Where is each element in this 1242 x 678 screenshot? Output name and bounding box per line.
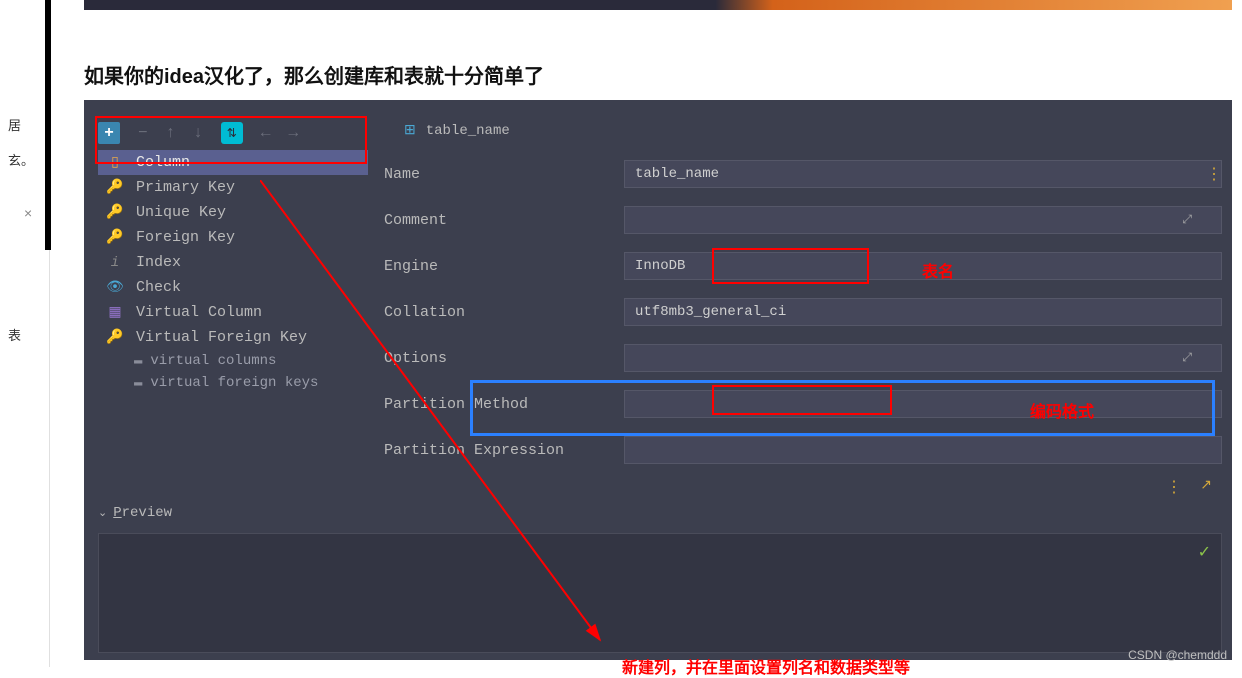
watermark: CSDN @chemddd (1128, 648, 1227, 662)
sidebar-item-foreign-key[interactable]: 🔑 Foreign Key (98, 225, 368, 250)
comment-label: Comment (384, 212, 624, 229)
right-icon[interactable]: → (288, 124, 298, 142)
annotation-tablename: 表名 (922, 258, 954, 282)
collation-input[interactable] (624, 298, 1222, 326)
check-icon: 👁 (106, 279, 124, 296)
preview-toggle[interactable]: ⌄ PPreviewreview ⋮ ↗ (98, 505, 1222, 521)
options-label: Options (384, 350, 624, 367)
sub-item-virtual-foreign-keys[interactable]: ▬ virtual foreign keys (126, 372, 368, 394)
tab-header: ⊞ table_name (404, 122, 510, 139)
up-icon[interactable]: ↑ (166, 124, 176, 142)
sidebar-text-2: 玄。 (8, 150, 34, 169)
preview-section: ⌄ PPreviewreview ⋮ ↗ ✓ (98, 505, 1222, 653)
sidebar-label: Index (136, 254, 181, 271)
sub-item-virtual-columns[interactable]: ▬ virtual columns (126, 350, 368, 372)
preview-label: PPreviewreview (113, 505, 172, 521)
partition-expr-input[interactable] (624, 436, 1222, 464)
name-label: Name (384, 166, 624, 183)
virtual-column-icon: ▦ (106, 304, 124, 321)
check-icon: ✓ (1198, 542, 1211, 562)
ide-screenshot: + − ↑ ↓ ⇅ ← → ▯ Column 🔑 Primary Key 🔑 U… (84, 100, 1232, 660)
sidebar-item-index[interactable]: i Index (98, 250, 368, 275)
sidebar-text-1: 居 (8, 115, 21, 134)
primary-key-icon: 🔑 (106, 179, 124, 196)
foreign-key-icon: 🔑 (106, 229, 124, 246)
table-form: Name ⋮ Comment ⤢ Engine Collation Option… (384, 160, 1222, 482)
partition-method-label: Partition Method (384, 396, 624, 413)
folder-icon: ▬ (134, 375, 142, 391)
index-icon: i (106, 255, 124, 271)
toolbar: + − ↑ ↓ ⇅ ← → (98, 122, 298, 144)
comment-input[interactable] (624, 206, 1222, 234)
remove-icon[interactable]: − (138, 124, 148, 142)
close-icon[interactable]: × (24, 205, 32, 221)
table-icon: ⊞ (404, 122, 416, 139)
add-icon[interactable]: + (98, 122, 120, 144)
sidebar-label: Unique Key (136, 204, 226, 221)
page-left-sidebar: 居 玄。 × 表 (0, 0, 50, 667)
name-input[interactable] (624, 160, 1222, 188)
sidebar-label: Virtual Column (136, 304, 262, 321)
top-banner-image (84, 0, 1232, 10)
sidebar-item-check[interactable]: 👁 Check (98, 275, 368, 300)
unique-key-icon: 🔑 (106, 204, 124, 221)
chevron-down-icon: ⌄ (98, 506, 107, 520)
article-heading: 如果你的idea汉化了，那么创建库和表就十分简单了 (84, 60, 544, 89)
engine-label: Engine (384, 258, 624, 275)
more-icon[interactable]: ⋮ (1166, 477, 1182, 497)
collation-label: Collation (384, 304, 624, 321)
sidebar-item-unique-key[interactable]: 🔑 Unique Key (98, 200, 368, 225)
annotation-encoding: 编码格式 (1030, 398, 1094, 422)
sidebar-item-virtual-foreign-key[interactable]: 🔑 Virtual Foreign Key (98, 325, 368, 350)
sub-label: virtual foreign keys (150, 375, 318, 391)
partition-method-input[interactable] (624, 390, 1222, 418)
sidebar-item-primary-key[interactable]: 🔑 Primary Key (98, 175, 368, 200)
sidebar-label: Check (136, 279, 181, 296)
down-icon[interactable]: ↓ (193, 124, 203, 142)
folder-icon: ▬ (134, 353, 142, 369)
sidebar-text-3: 表 (8, 325, 21, 344)
more-icon[interactable]: ⋮ (1206, 164, 1222, 184)
structure-sidebar: ▯ Column 🔑 Primary Key 🔑 Unique Key 🔑 Fo… (98, 150, 368, 394)
partition-expr-label: Partition Expression (384, 442, 624, 459)
expand-icon[interactable]: ⤢ (1182, 351, 1192, 365)
black-divider (45, 0, 51, 250)
options-input[interactable] (624, 344, 1222, 372)
sidebar-item-virtual-column[interactable]: ▦ Virtual Column (98, 300, 368, 325)
sidebar-label: Primary Key (136, 179, 235, 196)
sidebar-item-column[interactable]: ▯ Column (98, 150, 368, 175)
reorder-icon[interactable]: ⇅ (221, 122, 243, 144)
virtual-fk-icon: 🔑 (106, 329, 124, 346)
external-link-icon[interactable]: ↗ (1200, 477, 1212, 494)
left-icon[interactable]: ← (261, 124, 271, 142)
annotation-new-column: 新建列，并在里面设置列名和数据类型等 (622, 654, 910, 678)
sidebar-label: Foreign Key (136, 229, 235, 246)
expand-icon[interactable]: ⤢ (1182, 213, 1192, 227)
sidebar-label: Virtual Foreign Key (136, 329, 307, 346)
sidebar-label: Column (136, 154, 190, 171)
preview-textarea[interactable]: ✓ (98, 533, 1222, 653)
tab-title: table_name (426, 123, 510, 139)
column-icon: ▯ (106, 154, 124, 171)
sub-label: virtual columns (150, 353, 276, 369)
